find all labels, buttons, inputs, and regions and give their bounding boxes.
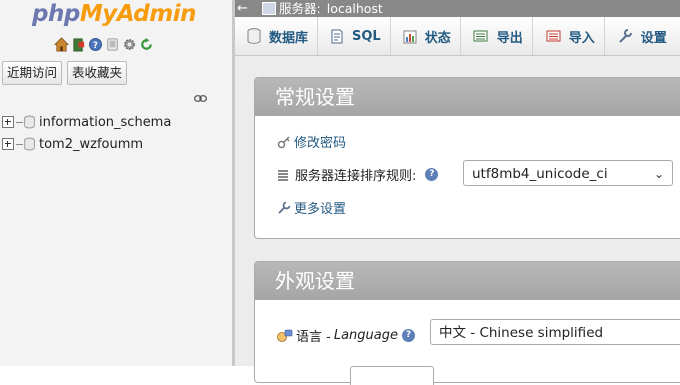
- collation-label: 服务器连接排序规则:: [295, 169, 417, 184]
- settings-icon[interactable]: [122, 37, 137, 52]
- tree-connector: [16, 143, 23, 145]
- language-select[interactable]: 中文 - Chinese simplified: [430, 319, 680, 345]
- tab-status[interactable]: 状态: [391, 17, 461, 55]
- server-name[interactable]: localhost: [327, 0, 383, 17]
- database-icon: [247, 28, 261, 44]
- sql-icon: [331, 29, 343, 44]
- favorites-button[interactable]: 表收藏夹: [67, 61, 128, 85]
- server-icon: [262, 2, 276, 15]
- tab-label: 导入: [568, 30, 595, 46]
- theme-select[interactable]: [350, 366, 434, 385]
- language-row: 语言 - Language ?: [277, 326, 415, 345]
- wrench-icon: [619, 29, 632, 43]
- collation-row: 服务器连接排序规则: ?: [277, 165, 439, 184]
- appearance-settings-panel: 外观设置 语言 - Language ? 中文 - Chinese simpli…: [254, 261, 680, 385]
- collation-select[interactable]: utf8mb4_unicode_ci ⌄: [463, 160, 673, 186]
- language-icon: [277, 329, 293, 342]
- exit-icon[interactable]: [71, 37, 86, 52]
- link-icon[interactable]: [194, 94, 207, 103]
- help-icon[interactable]: ?: [425, 168, 439, 181]
- expand-icon[interactable]: [2, 116, 14, 128]
- wrench-icon: [278, 201, 291, 214]
- breadcrumb[interactable]: 服务器: localhost: [262, 0, 383, 17]
- tab-export[interactable]: 导出: [461, 17, 533, 55]
- database-icon: [24, 137, 35, 151]
- change-password-link[interactable]: 修改密码: [294, 132, 346, 151]
- database-tree-item[interactable]: tom2_wzfoumm: [2, 135, 143, 153]
- tab-settings[interactable]: 设置: [605, 17, 676, 55]
- chevron-down-icon: ⌄: [653, 167, 664, 181]
- import-icon: [546, 30, 561, 42]
- language-label-en: Language: [333, 328, 398, 343]
- nav-icon-bar: ?: [54, 37, 154, 53]
- general-settings-panel: 常规设置 修改密码 服务器连接排序规则: ? utf8mb4_unicode_c…: [254, 77, 680, 239]
- tree-connector: [16, 121, 23, 123]
- tab-label: 设置: [640, 30, 667, 46]
- help-icon[interactable]: ?: [88, 37, 103, 52]
- more-settings-row: 更多设置: [277, 198, 346, 217]
- tab-databases[interactable]: 数据库: [235, 17, 319, 55]
- change-password-row: 修改密码: [277, 132, 346, 151]
- more-settings-link[interactable]: 更多设置: [294, 198, 346, 217]
- collapse-nav-arrow-icon[interactable]: ←: [237, 0, 248, 17]
- collation-value: utf8mb4_unicode_ci: [472, 166, 608, 182]
- language-value: 中文 - Chinese simplified: [439, 325, 604, 341]
- navigation-panel: phpMyAdmin ? 近期访问 表收藏夹 information_schem…: [0, 0, 232, 366]
- reload-icon[interactable]: [139, 37, 154, 52]
- logo-myadmin-text: MyAdmin: [79, 1, 197, 27]
- breadcrumb-bar: ← 服务器: localhost: [235, 0, 680, 17]
- appearance-settings-title: 外观设置: [255, 262, 680, 300]
- home-icon[interactable]: [54, 37, 69, 52]
- docs-icon[interactable]: [105, 37, 120, 52]
- database-name[interactable]: tom2_wzfoumm: [39, 137, 143, 152]
- logo-php-text: php: [32, 1, 80, 27]
- list-icon: [278, 169, 288, 181]
- svg-text:?: ?: [93, 40, 98, 50]
- expand-icon[interactable]: [2, 138, 14, 150]
- database-icon: [24, 115, 35, 129]
- recent-button[interactable]: 近期访问: [2, 61, 63, 85]
- status-icon: [403, 30, 417, 44]
- server-label: 服务器:: [279, 1, 321, 16]
- general-settings-title: 常规设置: [255, 78, 680, 116]
- tab-label: 状态: [424, 30, 451, 46]
- phpmyadmin-logo[interactable]: phpMyAdmin: [32, 0, 196, 28]
- export-icon: [473, 30, 488, 42]
- help-icon[interactable]: ?: [401, 329, 415, 342]
- tab-label: 导出: [496, 30, 523, 46]
- language-label: 语言 -: [296, 330, 331, 345]
- tab-label: SQL: [352, 28, 381, 44]
- main-content: 常规设置 修改密码 服务器连接排序规则: ? utf8mb4_unicode_c…: [235, 56, 680, 385]
- database-tree-item[interactable]: information_schema: [2, 113, 171, 131]
- tab-import[interactable]: 导入: [533, 17, 605, 55]
- tab-label: 数据库: [269, 30, 309, 46]
- top-menu: 数据库 SQL 状态 导出 导入 设置: [235, 17, 680, 56]
- tab-sql[interactable]: SQL: [318, 17, 391, 55]
- database-name[interactable]: information_schema: [39, 115, 171, 130]
- key-icon: [277, 135, 290, 148]
